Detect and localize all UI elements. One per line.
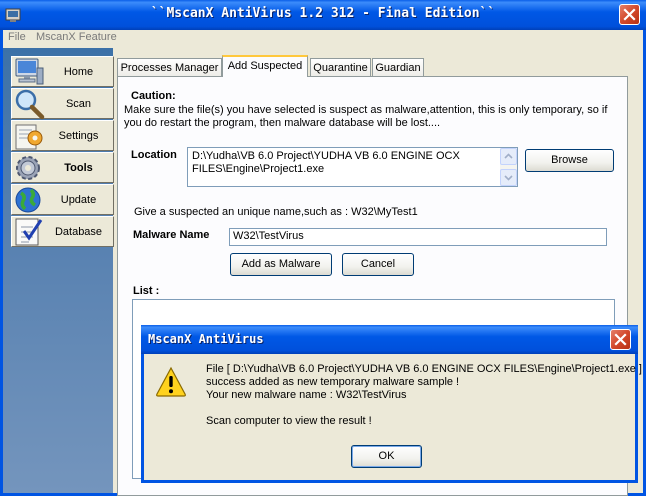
dialog-title-bar[interactable]: MscanX AntiVirus bbox=[141, 325, 638, 354]
close-button[interactable] bbox=[619, 4, 640, 25]
close-icon bbox=[614, 333, 627, 346]
malware-name-input[interactable]: W32\TestVirus bbox=[229, 228, 607, 246]
location-scrollbar[interactable] bbox=[500, 148, 517, 186]
close-icon bbox=[623, 8, 636, 21]
tab-guardian[interactable]: Guardian bbox=[372, 58, 424, 77]
dialog-body: File [ D:\Yudha\VB 6.0 Project\YUDHA VB … bbox=[144, 354, 642, 480]
sidebar-item-database[interactable]: Database bbox=[11, 216, 114, 247]
sidebar-item-tools[interactable]: Tools bbox=[11, 152, 114, 183]
location-field[interactable]: D:\Yudha\VB 6.0 Project\YUDHA VB 6.0 ENG… bbox=[187, 147, 518, 187]
dialog-message-line-2: success added as new temporary malware s… bbox=[206, 376, 460, 388]
location-line-2: FILES\Engine\Project1.exe bbox=[192, 163, 325, 175]
sidebar: Home Scan Settings Tools Update Database bbox=[3, 48, 114, 493]
computer-icon bbox=[15, 58, 44, 85]
sidebar-item-label: Settings bbox=[58, 130, 99, 142]
tab-quarantine[interactable]: Quarantine bbox=[310, 58, 371, 77]
sidebar-item-scan[interactable]: Scan bbox=[11, 88, 114, 120]
name-hint: Give a suspected an unique name,such as … bbox=[134, 206, 418, 218]
sidebar-item-label: Update bbox=[60, 194, 97, 206]
dialog-message-line-4: Scan computer to view the result ! bbox=[206, 415, 372, 427]
scroll-up-button[interactable] bbox=[500, 148, 517, 165]
magnifier-icon bbox=[15, 89, 45, 120]
caution-text-1: Make sure the file(s) you have selected … bbox=[124, 104, 608, 116]
sidebar-item-label: Home bbox=[63, 66, 94, 78]
message-dialog: MscanX AntiVirus File [ D:\Yudha\VB 6.0 … bbox=[141, 325, 642, 483]
sidebar-item-label: Database bbox=[54, 226, 103, 238]
chevron-up-icon bbox=[504, 153, 513, 159]
menu-file[interactable]: File bbox=[8, 31, 26, 43]
malware-name-label: Malware Name bbox=[133, 229, 210, 241]
warning-icon bbox=[156, 366, 186, 397]
dialog-message-line-3: Your new malware name : W32\TestVirus bbox=[206, 389, 407, 401]
sidebar-item-update[interactable]: Update bbox=[11, 184, 114, 215]
dialog-message-line-1: File [ D:\Yudha\VB 6.0 Project\YUDHA VB … bbox=[206, 363, 642, 375]
ok-button[interactable]: OK bbox=[351, 445, 422, 468]
location-line-1: D:\Yudha\VB 6.0 Project\YUDHA VB 6.0 ENG… bbox=[192, 150, 460, 162]
window-title: ``MscanX AntiVirus 1.2 312 - Final Editi… bbox=[150, 6, 496, 21]
menu-bar: File MscanX Feature bbox=[3, 30, 643, 46]
settings-icon bbox=[15, 124, 43, 150]
title-bar[interactable]: ``MscanX AntiVirus 1.2 312 - Final Editi… bbox=[0, 0, 646, 30]
checklist-icon bbox=[15, 218, 43, 246]
cancel-button[interactable]: Cancel bbox=[342, 253, 414, 276]
sidebar-item-home[interactable]: Home bbox=[11, 56, 114, 87]
dialog-title: MscanX AntiVirus bbox=[148, 332, 264, 346]
tab-add-suspected[interactable]: Add Suspected bbox=[222, 55, 308, 77]
gears-icon bbox=[16, 156, 40, 180]
chevron-down-icon bbox=[504, 175, 513, 181]
scroll-down-button[interactable] bbox=[500, 169, 517, 186]
globe-icon bbox=[15, 187, 41, 213]
caution-title: Caution: bbox=[131, 90, 176, 102]
add-as-malware-button[interactable]: Add as Malware bbox=[230, 253, 332, 276]
list-label: List : bbox=[133, 285, 160, 297]
menu-mscanx-feature[interactable]: MscanX Feature bbox=[36, 31, 117, 43]
browse-button[interactable]: Browse bbox=[525, 149, 614, 172]
tab-processes-manager[interactable]: Processes Manager bbox=[117, 58, 222, 77]
sidebar-item-label: Scan bbox=[65, 98, 92, 110]
location-label: Location bbox=[131, 149, 177, 161]
caution-text-2: you do restart the program, then malware… bbox=[124, 117, 441, 129]
dialog-close-button[interactable] bbox=[610, 329, 631, 350]
sidebar-item-label: Tools bbox=[64, 162, 93, 174]
sidebar-item-settings[interactable]: Settings bbox=[11, 120, 114, 151]
